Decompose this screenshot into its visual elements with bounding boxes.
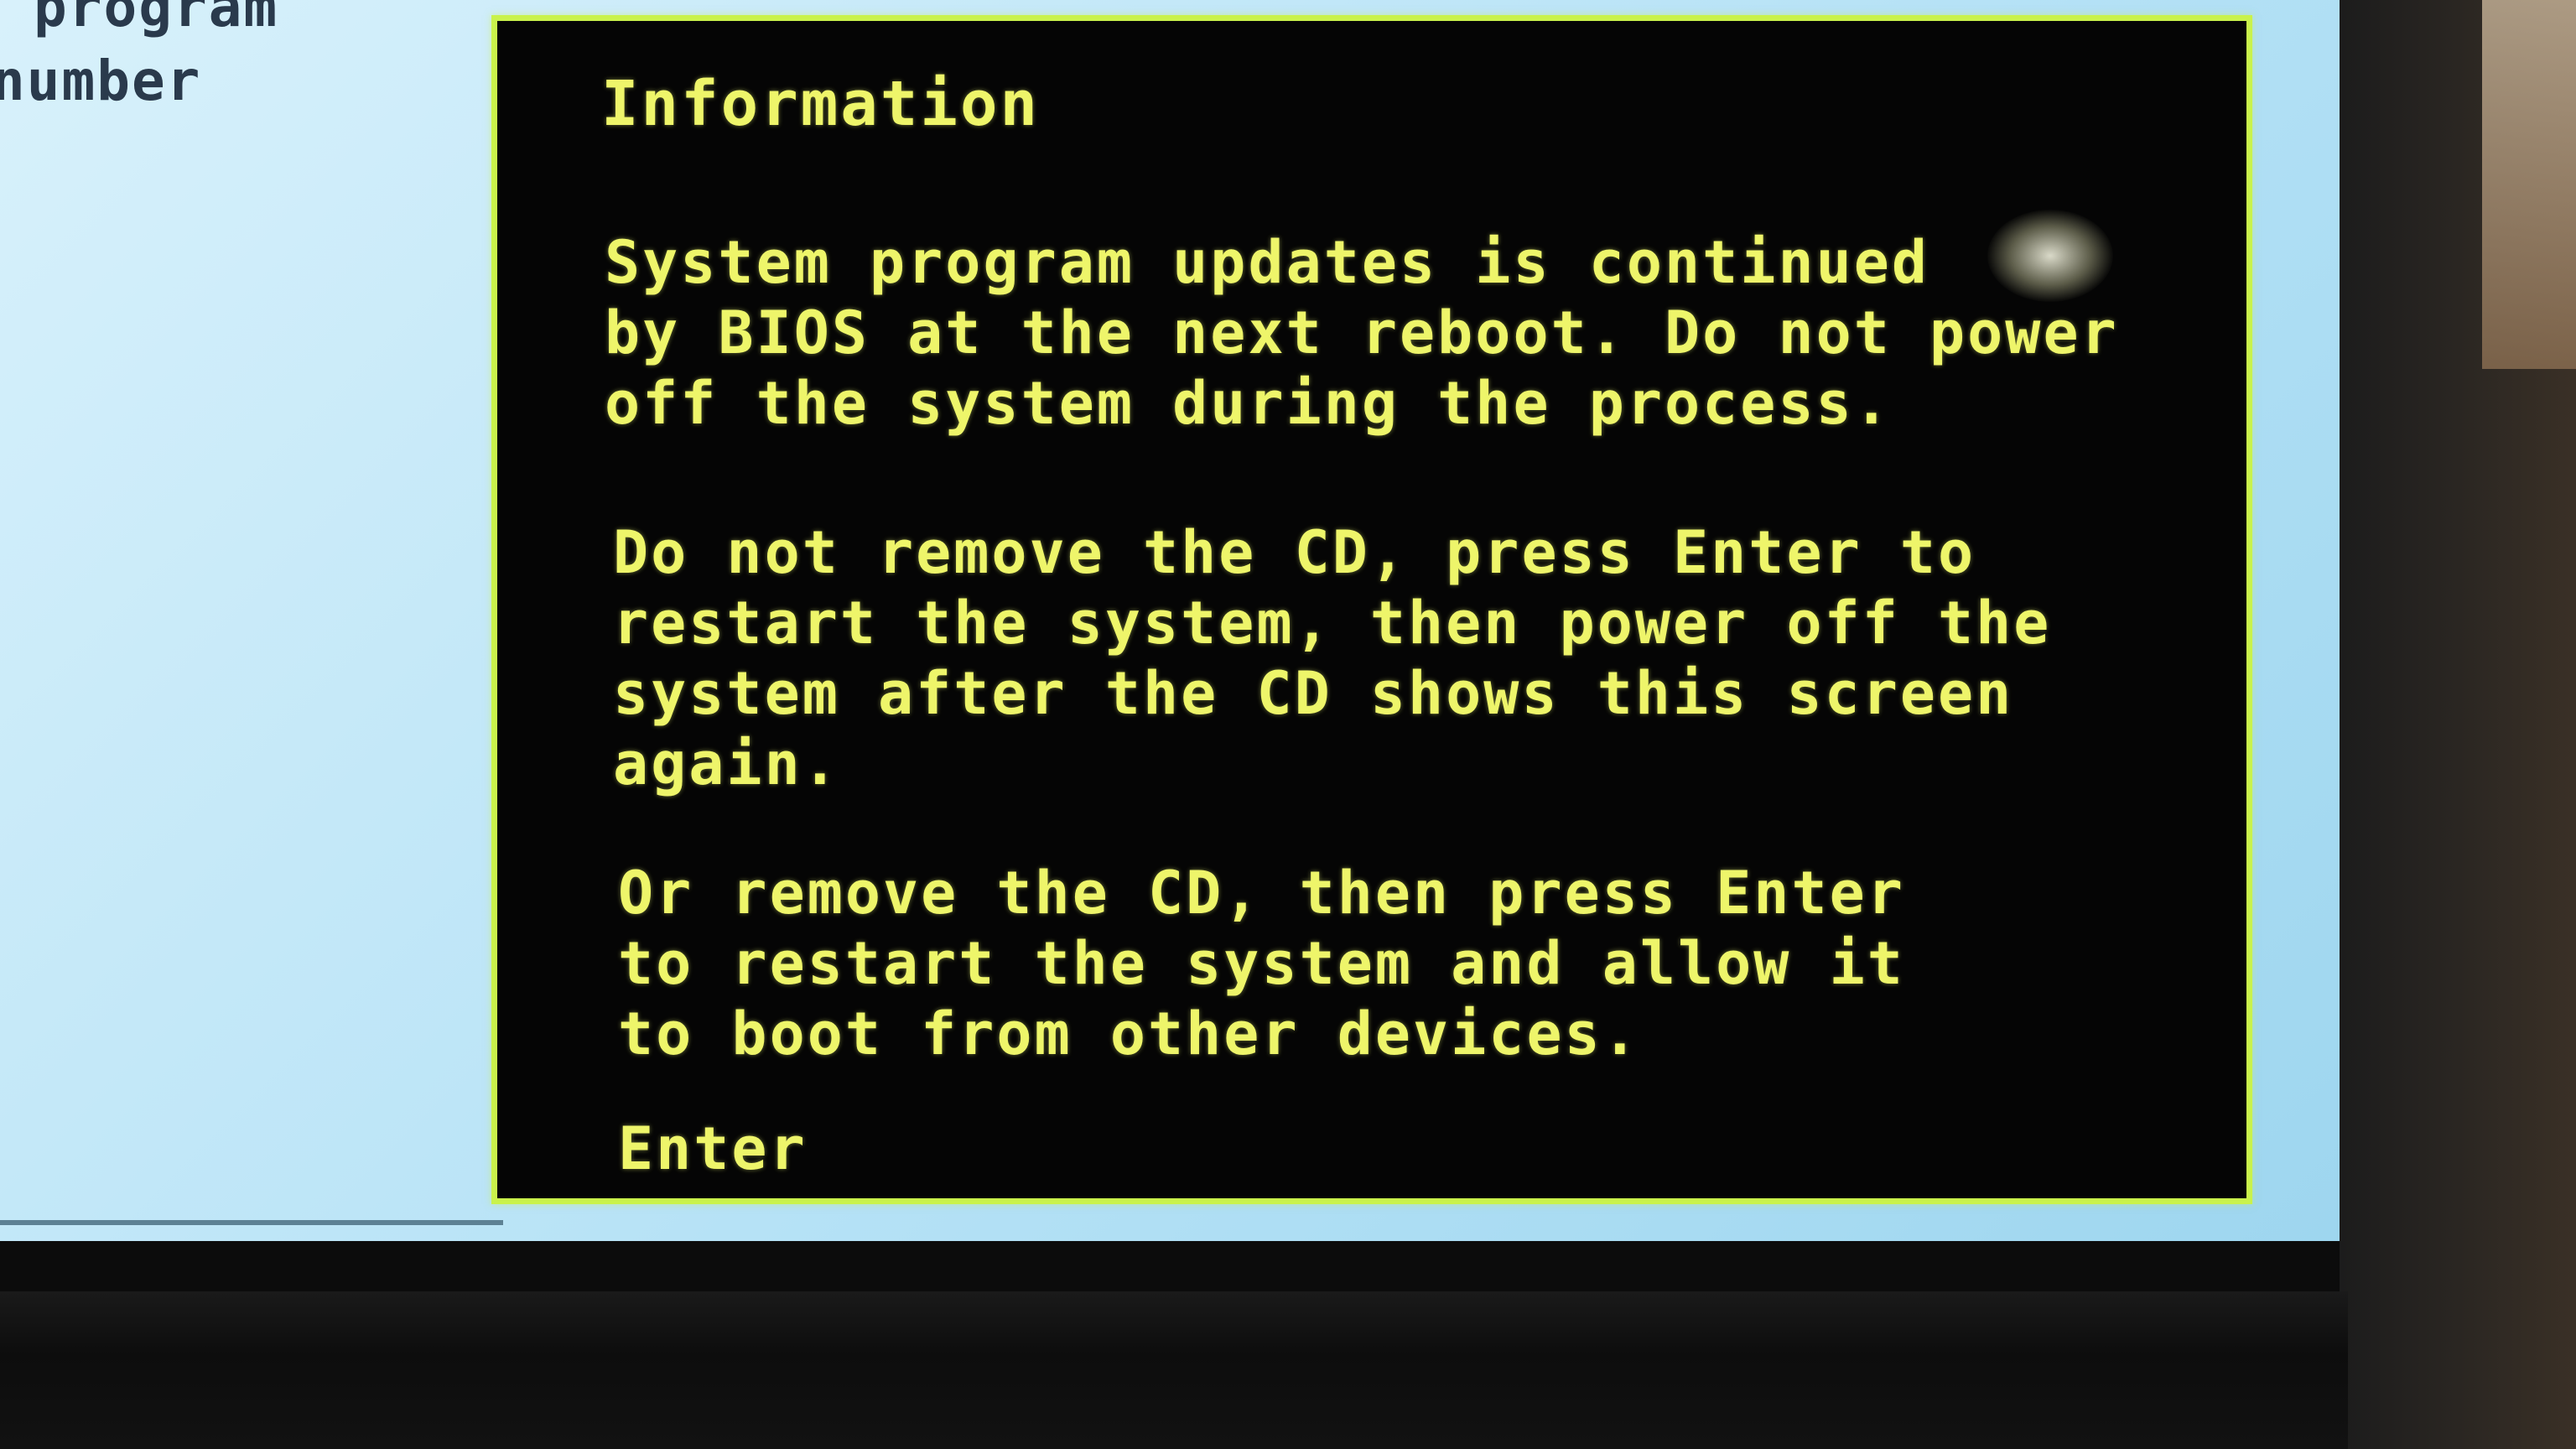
background-text-line: program: [34, 0, 279, 39]
background-divider: [0, 1220, 503, 1225]
dialog-title: Information: [601, 68, 1041, 140]
information-dialog: Information System program updates is co…: [491, 15, 2252, 1204]
paragraph-line: Or remove the CD, then press Enter: [618, 859, 1905, 927]
room-background: [2482, 0, 2576, 369]
dialog-paragraph: Or remove the CD, then press Enter to re…: [618, 858, 1905, 1069]
paragraph-line: system after the CD shows this screen: [613, 659, 2014, 728]
dialog-content: Information System program updates is co…: [601, 51, 2213, 1183]
paragraph-line: to restart the system and allow it: [618, 929, 1905, 998]
paragraph-line: off the system during the process.: [605, 369, 1892, 438]
dialog-paragraph: Do not remove the CD, press Enter to res…: [613, 517, 2051, 799]
monitor-bezel-bottom: [0, 1291, 2348, 1449]
photo-stage: program number Information System progra…: [0, 0, 2576, 1449]
paragraph-line: to boot from other devices.: [618, 1000, 1640, 1068]
paragraph-line: Do not remove the CD, press Enter to: [613, 518, 1976, 587]
paragraph-line: restart the system, then power off the: [613, 589, 2052, 657]
background-text-line: number: [0, 49, 202, 113]
paragraph-line: again.: [613, 730, 840, 798]
enter-button[interactable]: Enter: [618, 1114, 808, 1183]
paragraph-line: System program updates is continued: [605, 228, 1930, 297]
monitor-screen: program number Information System progra…: [0, 0, 2348, 1291]
dialog-paragraph: System program updates is continued by B…: [605, 227, 2119, 439]
paragraph-line: by BIOS at the next reboot. Do not power: [605, 299, 2119, 367]
